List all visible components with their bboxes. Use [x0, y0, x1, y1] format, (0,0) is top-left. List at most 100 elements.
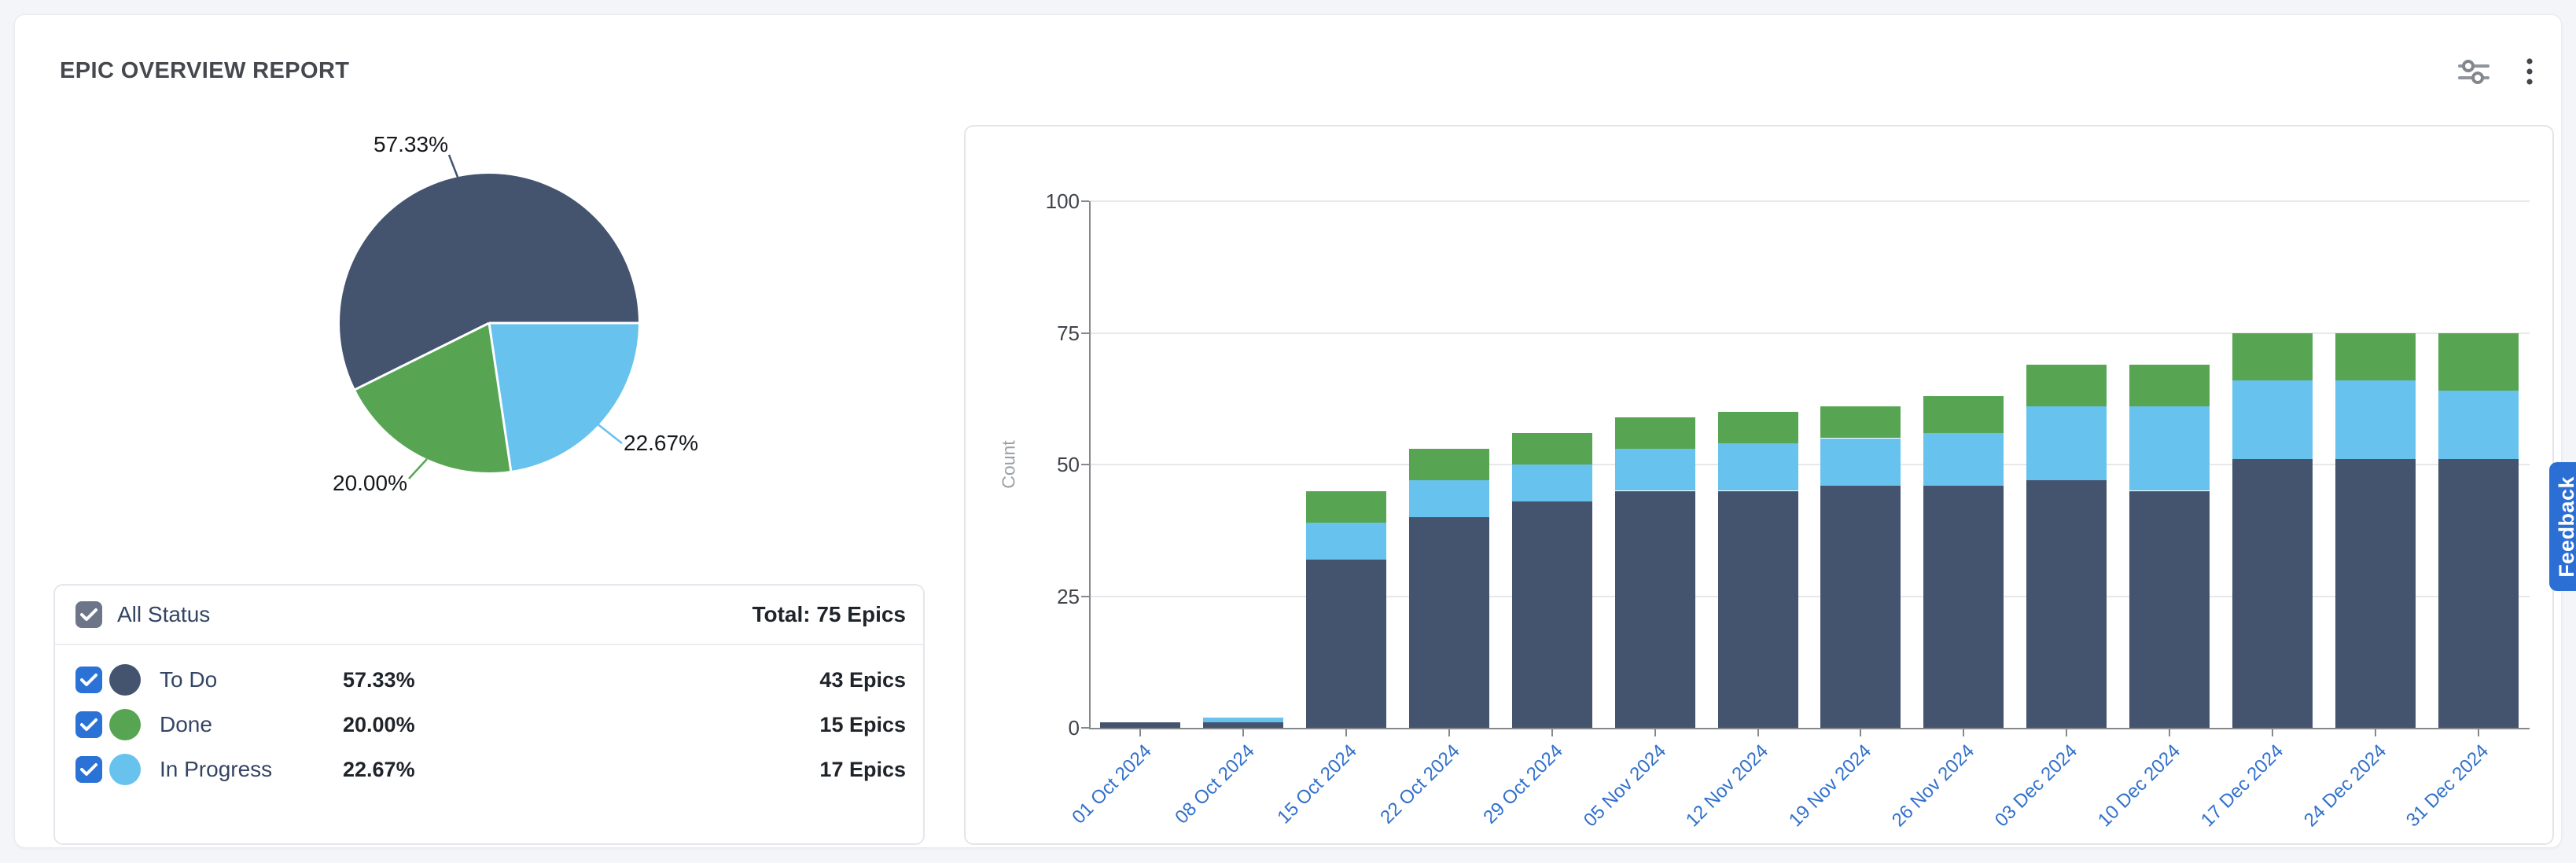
bar-segment-to-do[interactable]: [2026, 480, 2107, 728]
y-axis-tick: [1081, 727, 1089, 729]
bar-segment-to-do[interactable]: [1923, 486, 2004, 728]
report-widget-card: EPIC OVERVIEW REPORT: [14, 14, 2562, 848]
bar-segment-in-progress[interactable]: [1820, 439, 1901, 486]
bar-segment-to-do[interactable]: [1203, 722, 1283, 728]
bar-segment-to-do[interactable]: [2129, 491, 2210, 729]
bar-segment-to-do[interactable]: [1512, 501, 1592, 728]
feedback-button[interactable]: Feedback: [2549, 462, 2576, 591]
done-checkbox[interactable]: [75, 711, 102, 738]
check-icon: [80, 673, 98, 687]
check-icon: [80, 608, 98, 622]
x-axis-tick: [2375, 729, 2376, 736]
bar-segment-to-do[interactable]: [2232, 459, 2313, 728]
x-axis-label[interactable]: 26 Nov 2024: [1888, 740, 1979, 832]
legend-rows: To Do 57.33% 43 Epics Done 20.00% 15 Epi…: [55, 645, 923, 788]
status-legend-card: All Status Total: 75 Epics To Do 57.33% …: [53, 584, 925, 845]
legend-total-epics: Total: 75 Epics: [752, 602, 906, 627]
y-axis-tick: [1081, 200, 1089, 202]
bar-segment-done[interactable]: [2335, 333, 2416, 380]
chart-gridline: [1089, 464, 2530, 465]
epic-count-bar-chart-card: 0255075100Count01 Oct 202408 Oct 202415 …: [964, 125, 2554, 845]
x-axis-label[interactable]: 29 Oct 2024: [1479, 740, 1567, 828]
x-axis-label[interactable]: 10 Dec 2024: [2094, 740, 2185, 832]
more-options-button[interactable]: [2512, 54, 2547, 89]
x-axis-tick: [1345, 729, 1347, 736]
legend-row-inprogress[interactable]: In Progress 22.67% 17 Epics: [55, 751, 923, 788]
x-axis-line: [1089, 728, 2530, 729]
x-axis-label[interactable]: 17 Dec 2024: [2197, 740, 2288, 832]
bar-segment-in-progress[interactable]: [1718, 443, 1798, 490]
bar-segment-to-do[interactable]: [1306, 560, 1386, 728]
bar-segment-in-progress[interactable]: [1203, 718, 1283, 723]
all-status-label: All Status: [117, 602, 210, 627]
legend-count: 15 Epics: [819, 713, 906, 737]
x-axis-tick: [2066, 729, 2067, 736]
y-axis-tick-label: 100: [1009, 189, 1080, 214]
x-axis-label[interactable]: 01 Oct 2024: [1068, 740, 1156, 828]
bar-segment-done[interactable]: [2026, 365, 2107, 407]
bar-segment-in-progress[interactable]: [1409, 480, 1489, 517]
bar-segment-in-progress[interactable]: [2026, 406, 2107, 480]
legend-label: Done: [160, 712, 343, 737]
bar-segment-in-progress[interactable]: [2335, 380, 2416, 460]
x-axis-label[interactable]: 19 Nov 2024: [1785, 740, 1876, 832]
bar-segment-in-progress[interactable]: [1512, 465, 1592, 501]
bar-segment-in-progress[interactable]: [1306, 523, 1386, 560]
bar-segment-done[interactable]: [1718, 412, 1798, 443]
all-status-checkbox[interactable]: [75, 601, 102, 628]
legend-percent: 20.00%: [343, 713, 415, 737]
bar-segment-done[interactable]: [1820, 406, 1901, 438]
bar-segment-to-do[interactable]: [1100, 722, 1180, 728]
x-axis-tick: [2478, 729, 2479, 736]
bar-segment-to-do[interactable]: [2438, 459, 2519, 728]
x-axis-label[interactable]: 31 Dec 2024: [2402, 740, 2493, 832]
bar-segment-in-progress[interactable]: [1923, 433, 2004, 486]
bar-segment-done[interactable]: [1923, 396, 2004, 433]
y-axis-tick-label: 25: [1009, 584, 1080, 609]
x-axis-tick: [1448, 729, 1450, 736]
bar-segment-to-do[interactable]: [1615, 491, 1695, 729]
bar-segment-done[interactable]: [1512, 433, 1592, 465]
bar-segment-done[interactable]: [1409, 449, 1489, 480]
pie-slice-label-done: 20.00%: [333, 471, 407, 496]
pie-slice-label-inprogress: 22.67%: [624, 431, 698, 456]
inprogress-checkbox[interactable]: [75, 756, 102, 783]
x-axis-label[interactable]: 03 Dec 2024: [1991, 740, 2082, 832]
x-axis-label[interactable]: 08 Oct 2024: [1171, 740, 1259, 828]
filter-sliders-button[interactable]: [2457, 54, 2492, 89]
bar-segment-to-do[interactable]: [1820, 486, 1901, 728]
bar-segment-done[interactable]: [2129, 365, 2210, 407]
x-axis-tick: [1963, 729, 1964, 736]
bar-segment-done[interactable]: [1615, 417, 1695, 449]
legend-label: In Progress: [160, 757, 343, 782]
widget-toolbar: [2457, 51, 2559, 92]
x-axis-tick: [2169, 729, 2170, 736]
x-axis-label[interactable]: 05 Nov 2024: [1579, 740, 1670, 832]
bar-segment-in-progress[interactable]: [2129, 406, 2210, 490]
bar-segment-in-progress[interactable]: [1615, 449, 1695, 491]
x-axis-label[interactable]: 24 Dec 2024: [2299, 740, 2390, 832]
x-axis-tick: [1551, 729, 1553, 736]
legend-count: 43 Epics: [819, 668, 906, 692]
y-axis-tick-label: 0: [1009, 715, 1080, 740]
x-axis-label[interactable]: 12 Nov 2024: [1682, 740, 1773, 832]
x-axis-label[interactable]: 15 Oct 2024: [1274, 740, 1362, 828]
bar-segment-in-progress[interactable]: [2232, 380, 2313, 460]
todo-checkbox[interactable]: [75, 667, 102, 693]
check-icon: [80, 762, 98, 777]
x-axis-tick: [1654, 729, 1656, 736]
bar-segment-to-do[interactable]: [2335, 459, 2416, 728]
todo-color-swatch: [109, 664, 141, 696]
bar-segment-to-do[interactable]: [1409, 517, 1489, 728]
bar-segment-to-do[interactable]: [1718, 491, 1798, 729]
legend-row-todo[interactable]: To Do 57.33% 43 Epics: [55, 661, 923, 699]
bar-segment-done[interactable]: [2438, 333, 2519, 391]
legend-header-row[interactable]: All Status Total: 75 Epics: [55, 586, 923, 644]
bar-segment-done[interactable]: [1306, 491, 1386, 523]
x-axis-label[interactable]: 22 Oct 2024: [1377, 740, 1465, 828]
pie-slice-label-todo: 57.33%: [374, 132, 448, 157]
bar-segment-in-progress[interactable]: [2438, 391, 2519, 459]
legend-row-done[interactable]: Done 20.00% 15 Epics: [55, 706, 923, 744]
status-pie-chart[interactable]: [340, 174, 638, 472]
bar-segment-done[interactable]: [2232, 333, 2313, 380]
